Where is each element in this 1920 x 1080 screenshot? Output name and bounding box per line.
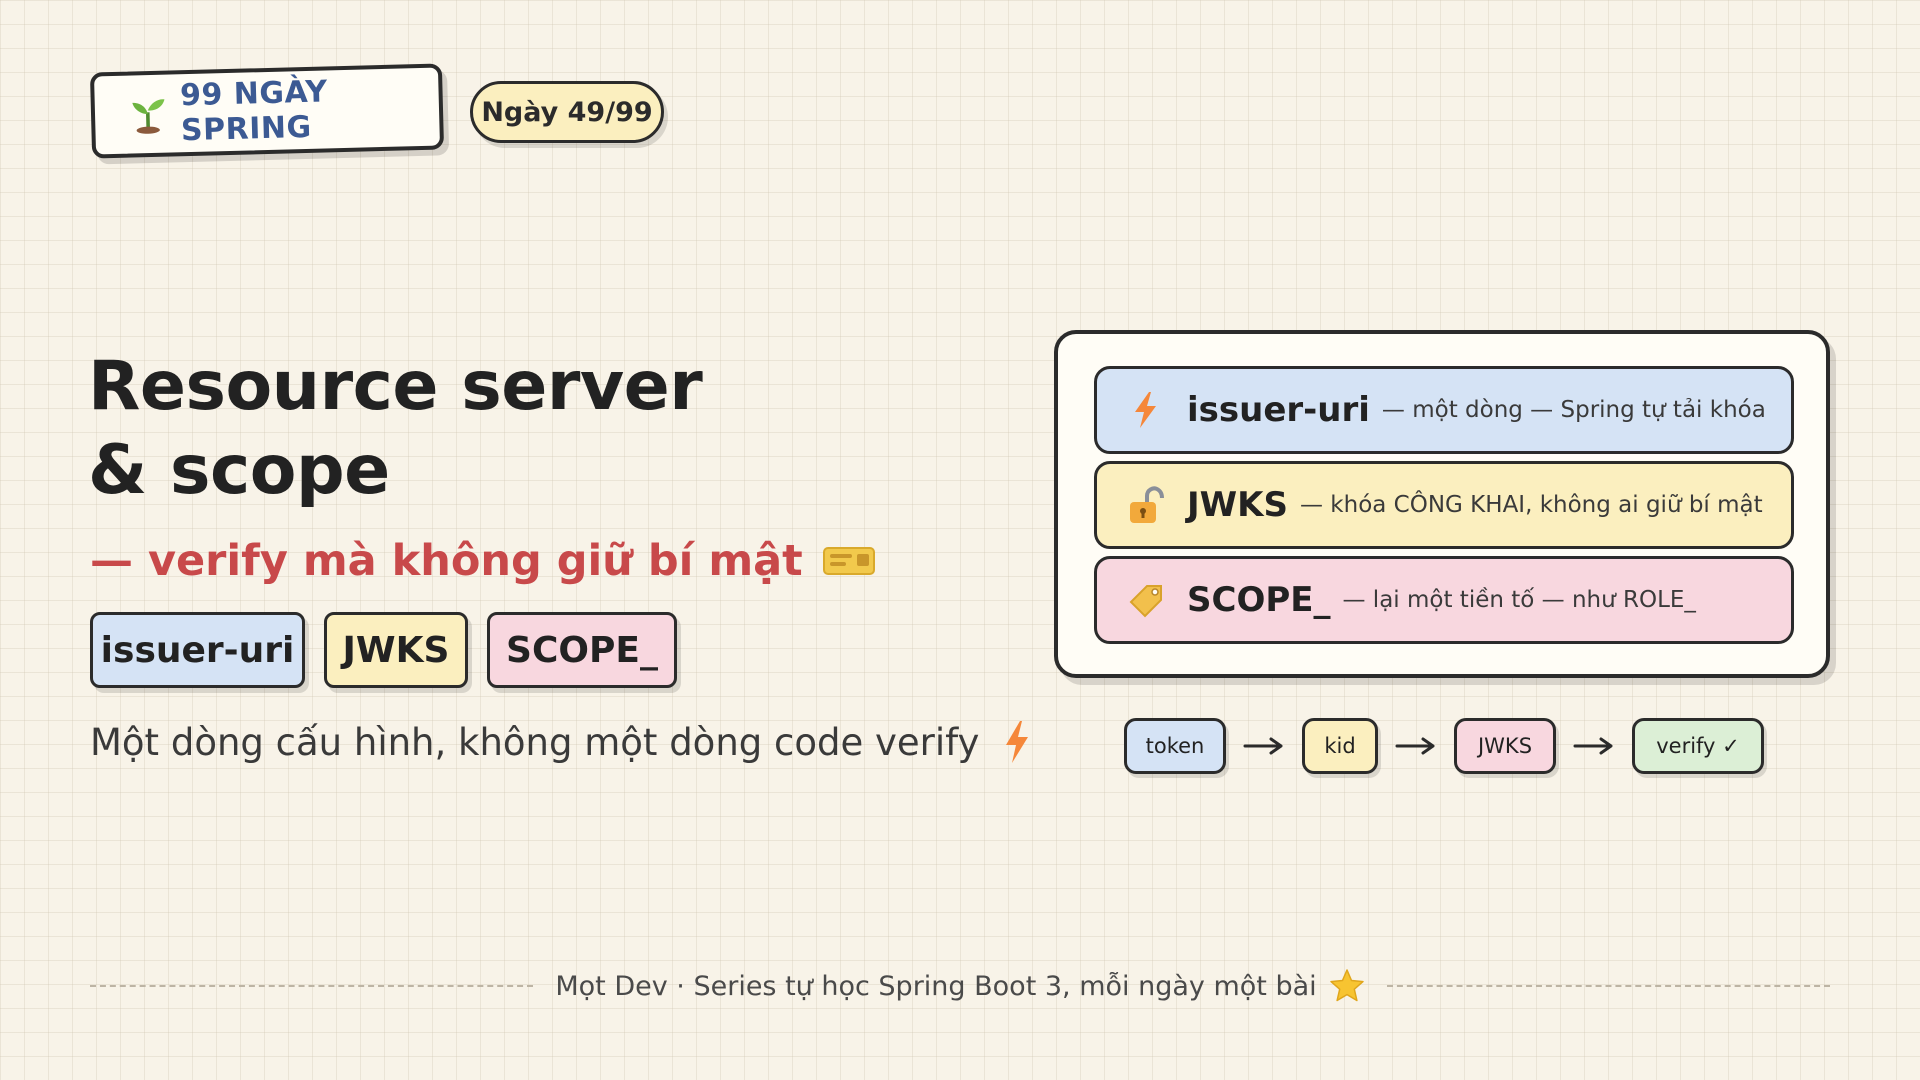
title-line-2: & scope — [88, 431, 390, 510]
title-line-1: Resource server — [88, 347, 703, 426]
star-icon — [1329, 969, 1364, 1002]
sprout-icon — [132, 99, 165, 134]
flow-step-kid: kid — [1302, 718, 1378, 774]
footer-text: Mọt Dev · Series tự học Spring Boot 3, m… — [555, 970, 1317, 1002]
chip-issuer-uri: issuer-uri — [90, 612, 305, 688]
footer-divider-right — [1386, 985, 1831, 987]
subtitle: — verify mà không giữ bí mật — [90, 536, 875, 586]
arrow-right-icon — [1556, 718, 1632, 774]
day-counter-badge: Ngày 49/99 — [470, 81, 664, 143]
card-row-issuer-uri: issuer-uri — một dòng — Spring tự tải kh… — [1094, 366, 1794, 454]
row-term: JWKS — [1187, 485, 1288, 525]
card-row-scope: SCOPE_ — lại một tiền tố — như ROLE_ — [1094, 556, 1794, 644]
verification-flow: token kid JWKS verify ✓ — [1124, 718, 1764, 774]
tag-icon — [1129, 585, 1162, 618]
keyword-chips: issuer-uri JWKS SCOPE_ — [90, 612, 677, 688]
page-title: Resource server & scope — [88, 345, 703, 513]
summary-card: issuer-uri — một dòng — Spring tự tải kh… — [1054, 330, 1830, 678]
flow-step-verify: verify ✓ — [1632, 718, 1764, 774]
chip-jwks: JWKS — [324, 612, 468, 688]
ticket-icon — [822, 547, 875, 575]
tagline: Một dòng cấu hình, không một dòng code v… — [90, 720, 1031, 764]
flow-step-jwks: JWKS — [1454, 718, 1556, 774]
footer: Mọt Dev · Series tự học Spring Boot 3, m… — [90, 968, 1831, 1004]
row-description: — một dòng — Spring tự tải khóa — [1381, 397, 1766, 423]
footer-caption: Mọt Dev · Series tự học Spring Boot 3, m… — [533, 968, 1386, 1004]
arrow-right-icon — [1226, 718, 1302, 774]
row-description: — lại một tiền tố — như ROLE_ — [1342, 587, 1696, 613]
lightning-icon — [1006, 721, 1029, 763]
unlocked-padlock-icon — [1130, 486, 1164, 523]
row-term: issuer-uri — [1187, 390, 1370, 430]
arrow-right-icon — [1378, 718, 1454, 774]
tagline-text: Một dòng cấu hình, không một dòng code v… — [90, 720, 980, 764]
row-description: — khóa CÔNG KHAI, không ai giữ bí mật — [1300, 492, 1763, 518]
series-badge: 99 NGÀY SPRING — [89, 63, 445, 159]
lightning-icon — [1135, 392, 1156, 428]
row-term: SCOPE_ — [1187, 580, 1331, 620]
subtitle-text: — verify mà không giữ bí mật — [90, 536, 803, 586]
card-row-jwks: JWKS — khóa CÔNG KHAI, không ai giữ bí m… — [1094, 461, 1794, 549]
chip-scope: SCOPE_ — [487, 612, 677, 688]
footer-divider-left — [90, 985, 534, 987]
series-label: 99 NGÀY SPRING — [179, 74, 329, 149]
flow-step-token: token — [1124, 718, 1226, 774]
